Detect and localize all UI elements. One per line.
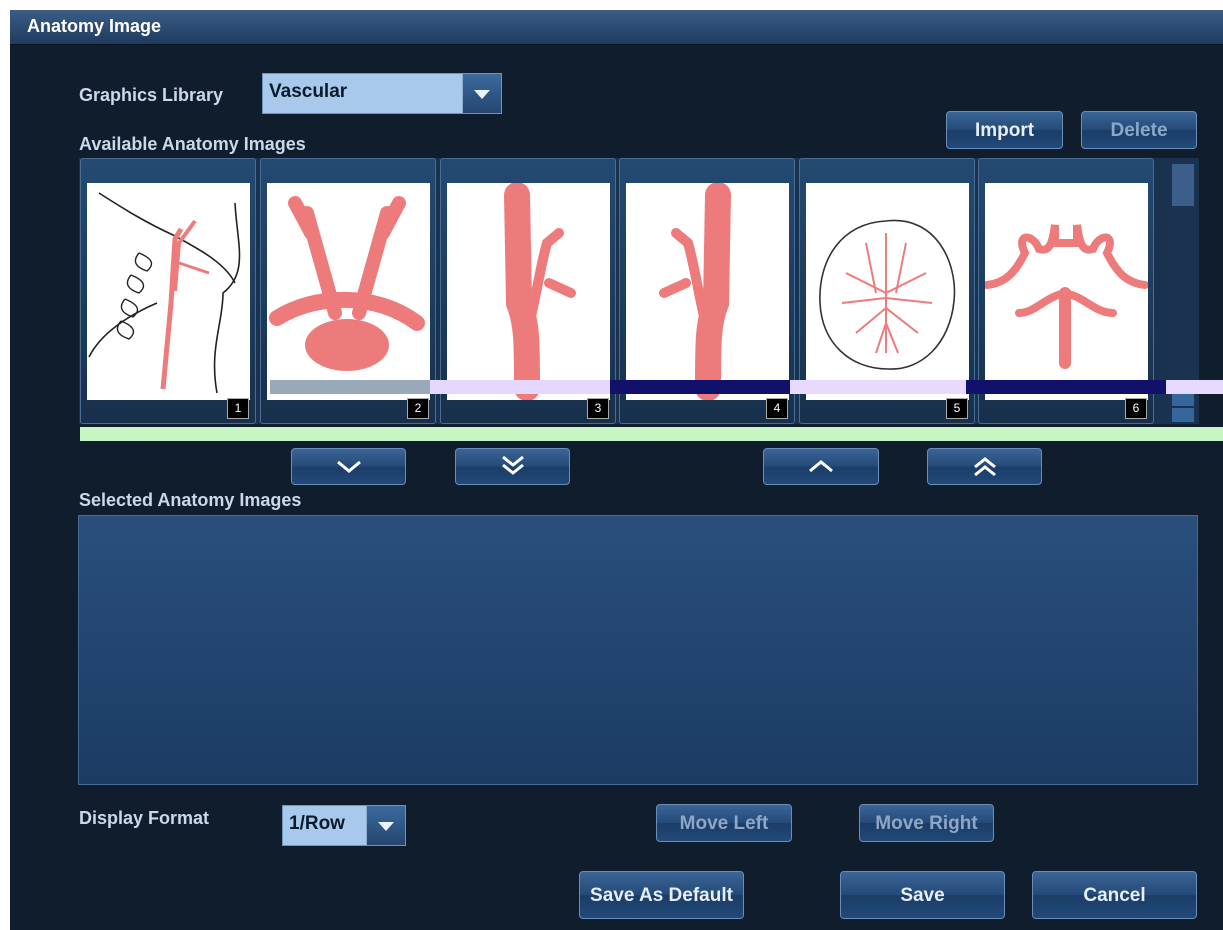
chevron-down-icon[interactable] (462, 74, 501, 113)
import-button[interactable]: Import (946, 111, 1063, 149)
title-bar: Anatomy Image (10, 10, 1223, 45)
delete-button-label: Delete (1110, 120, 1168, 141)
graphics-library-value: Vascular (269, 81, 348, 102)
scroll-down-icon[interactable] (1172, 408, 1194, 422)
selected-images-panel[interactable] (78, 515, 1198, 785)
scroll-up-icon[interactable] (1172, 392, 1194, 406)
display-format-label: Display Format (79, 808, 210, 828)
thumbnail-1[interactable]: 1 (80, 158, 256, 424)
carotid-bifurcation-left-image (626, 182, 789, 401)
carotid-bifurcation-right-image (447, 182, 610, 401)
thumbnail-number: 4 (766, 398, 788, 419)
cancel-button[interactable]: Cancel (1032, 871, 1197, 919)
aortic-arch-image (267, 183, 430, 400)
double-chevron-down-icon (501, 455, 524, 475)
graphics-library-label: Graphics Library (79, 85, 224, 105)
circle-of-willis-image (983, 183, 1149, 400)
thumbnail-number: 5 (946, 398, 968, 419)
move-up-button[interactable] (763, 448, 879, 485)
move-right-button[interactable]: Move Right (859, 804, 994, 842)
move-right-label: Move Right (875, 813, 978, 834)
move-left-label: Move Left (679, 813, 769, 834)
double-chevron-up-icon (973, 457, 996, 477)
display-format-value: 1/Row (289, 813, 345, 834)
thumbnail-number: 3 (587, 398, 609, 419)
thumbnail-number: 2 (407, 398, 429, 419)
chevron-down-icon (336, 460, 361, 473)
move-down-button[interactable] (291, 448, 406, 485)
save-as-default-label: Save As Default (590, 885, 733, 906)
save-label: Save (900, 885, 945, 906)
save-as-default-button[interactable]: Save As Default (579, 871, 744, 919)
selected-images-label: Selected Anatomy Images (79, 490, 302, 510)
graphics-library-select[interactable]: Vascular (262, 73, 502, 114)
render-artifact (610, 380, 790, 394)
save-button[interactable]: Save (840, 871, 1005, 919)
render-artifact (270, 380, 430, 394)
move-left-button[interactable]: Move Left (656, 804, 792, 842)
render-artifact (430, 380, 610, 394)
chevron-down-icon[interactable] (366, 806, 405, 845)
import-button-label: Import (974, 120, 1035, 141)
move-all-up-button[interactable] (927, 448, 1042, 485)
thumbnail-number: 1 (227, 398, 249, 419)
thumbnail-number: 6 (1125, 398, 1147, 419)
dialog-title: Anatomy Image (27, 16, 162, 36)
move-all-down-button[interactable] (455, 448, 570, 485)
neck-vessels-image (87, 183, 250, 400)
display-format-select[interactable]: 1/Row (282, 805, 406, 846)
brain-vessels-image (806, 183, 969, 400)
render-artifact (966, 380, 1166, 394)
render-artifact (80, 427, 1223, 441)
cancel-label: Cancel (1083, 885, 1146, 906)
chevron-up-icon (809, 460, 833, 473)
delete-button[interactable]: Delete (1081, 111, 1197, 149)
scrollbar-thumb[interactable] (1172, 164, 1194, 206)
available-images-label: Available Anatomy Images (79, 134, 306, 154)
